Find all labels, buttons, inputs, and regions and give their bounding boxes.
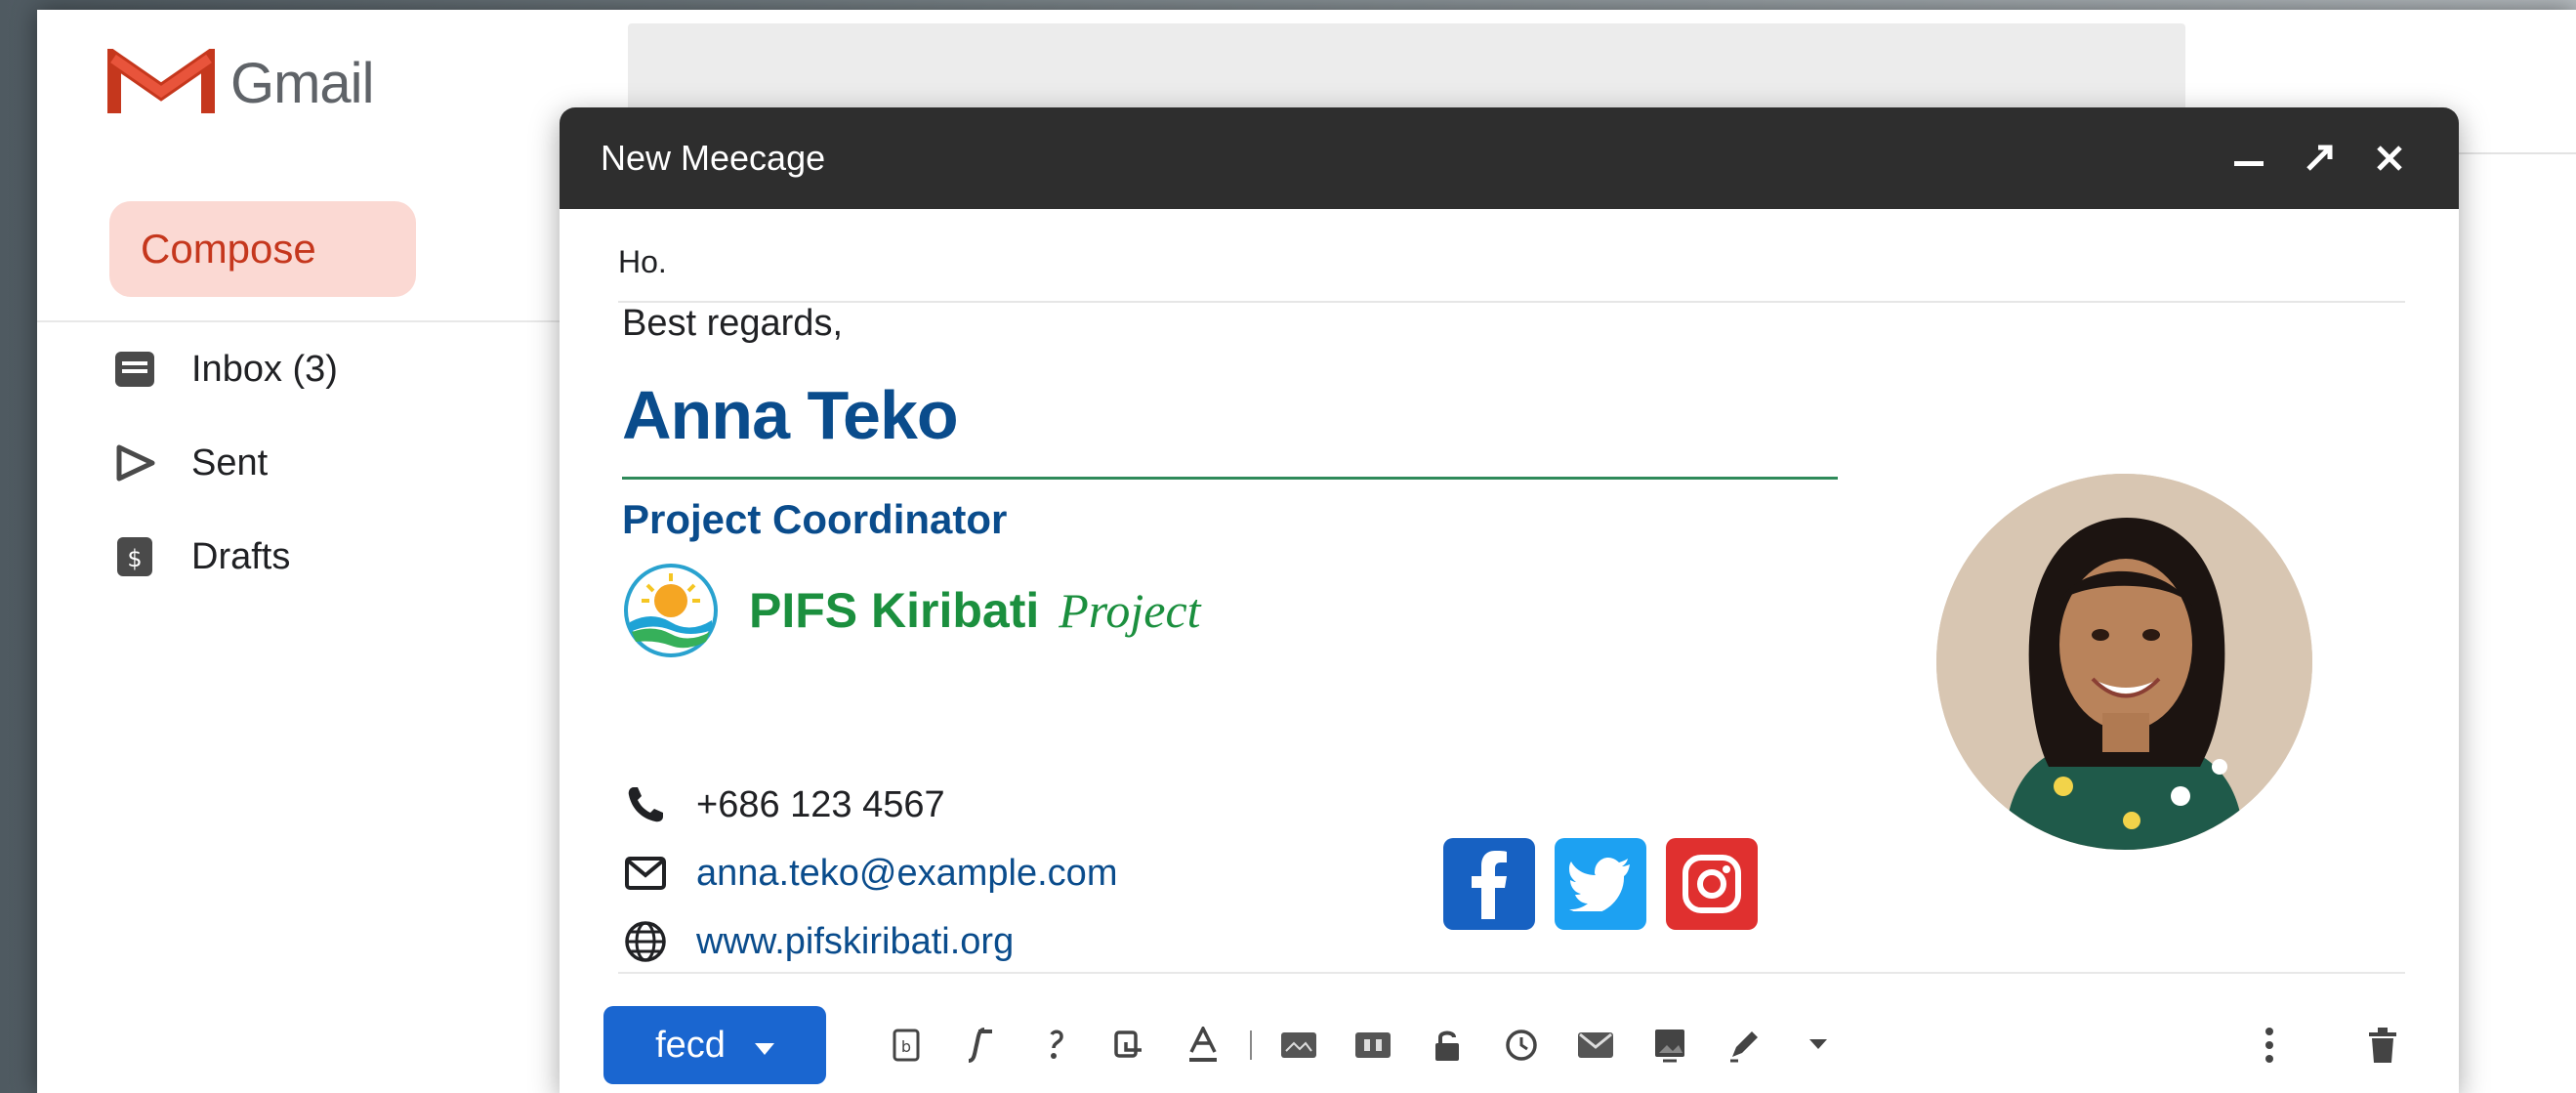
globe-icon bbox=[622, 918, 669, 965]
formatting-options-icon[interactable]: b bbox=[869, 1016, 943, 1074]
compose-button[interactable]: Compose bbox=[109, 201, 416, 297]
drafts-icon: $ bbox=[113, 535, 156, 578]
sidebar-nav: Inbox (3) Sent $ Drafts bbox=[37, 322, 594, 604]
organization: PIFS Kiribati Project bbox=[622, 562, 1201, 659]
send-icon bbox=[113, 441, 156, 484]
signature-pen-icon[interactable] bbox=[1707, 1016, 1781, 1074]
instagram-icon[interactable] bbox=[1666, 838, 1758, 930]
toolbar-divider bbox=[618, 972, 2405, 974]
organization-suffix: Project bbox=[1059, 583, 1201, 638]
sidebar-top: Compose bbox=[37, 152, 623, 322]
profile-photo bbox=[1936, 474, 2312, 850]
more-vert-icon[interactable] bbox=[2232, 1016, 2306, 1074]
signature-divider bbox=[622, 477, 1838, 480]
insert-photo-icon[interactable] bbox=[1262, 1016, 1336, 1074]
schedule-icon[interactable] bbox=[1484, 1016, 1558, 1074]
send-button[interactable]: fecd bbox=[603, 1006, 826, 1084]
insert-image-icon[interactable] bbox=[1633, 1016, 1707, 1074]
toolbar-separator bbox=[1250, 1030, 1252, 1060]
twitter-icon[interactable] bbox=[1555, 838, 1646, 930]
mail-icon bbox=[622, 850, 669, 897]
email-line: anna.teko@example.com bbox=[622, 850, 1117, 897]
gmail-logo[interactable]: Gmail bbox=[107, 49, 374, 117]
insert-email-icon[interactable] bbox=[1558, 1016, 1633, 1074]
sidebar-item-label: Sent bbox=[191, 441, 269, 483]
svg-text:b: b bbox=[901, 1037, 911, 1056]
organization-logo bbox=[624, 564, 718, 657]
website-line: www.pifskiribati.org bbox=[622, 918, 1014, 965]
phone-line: +686 123 4567 bbox=[622, 781, 945, 828]
signature-name: Anna Teko bbox=[622, 377, 959, 453]
underline-icon[interactable] bbox=[1018, 1016, 1092, 1074]
message-body[interactable]: Best regards, Anna Teko Project Coordina… bbox=[618, 107, 2405, 967]
attachment-icon[interactable] bbox=[1092, 1016, 1166, 1074]
delete-icon[interactable] bbox=[2346, 1016, 2420, 1074]
insert-link-icon[interactable] bbox=[1336, 1016, 1410, 1074]
formatting-tools: b bbox=[869, 1016, 1855, 1074]
sidebar-item-sent[interactable]: Sent bbox=[37, 416, 594, 510]
lock-icon[interactable] bbox=[1410, 1016, 1484, 1074]
italic-icon[interactable] bbox=[943, 1016, 1018, 1074]
right-tools bbox=[2232, 1006, 2439, 1084]
sidebar-item-label: Drafts bbox=[191, 535, 291, 577]
search-bar[interactable] bbox=[628, 23, 2185, 121]
app-name: Gmail bbox=[230, 51, 374, 115]
more-options-chevron-icon[interactable] bbox=[1781, 1016, 1855, 1074]
social-links bbox=[1443, 838, 1758, 930]
sidebar-item-label: Inbox (3) bbox=[191, 348, 338, 390]
organization-name: PIFS Kiribati bbox=[749, 583, 1040, 638]
signature-title: Project Coordinator bbox=[622, 496, 1008, 542]
gmail-m-icon bbox=[107, 49, 215, 113]
compose-toolbar: fecd b bbox=[603, 1006, 2439, 1084]
website-link[interactable]: www.pifskiribati.org bbox=[696, 921, 1014, 963]
sidebar-item-drafts[interactable]: $ Drafts bbox=[37, 510, 594, 604]
text-color-icon[interactable] bbox=[1166, 1016, 1240, 1074]
facebook-icon[interactable] bbox=[1443, 838, 1535, 930]
inbox-icon bbox=[113, 348, 156, 391]
phone-icon bbox=[622, 781, 669, 828]
send-options-chevron-icon[interactable] bbox=[754, 1025, 774, 1067]
email-link[interactable]: anna.teko@example.com bbox=[696, 853, 1117, 895]
phone-number: +686 123 4567 bbox=[696, 783, 945, 825]
greeting-text: Best regards, bbox=[622, 303, 843, 344]
compose-window: New Meecage Ho. Best regards, Anna Teko … bbox=[560, 107, 2459, 1093]
svg-text:$: $ bbox=[127, 545, 142, 572]
sidebar-item-inbox[interactable]: Inbox (3) bbox=[37, 322, 594, 416]
send-label: fecd bbox=[655, 1024, 726, 1066]
